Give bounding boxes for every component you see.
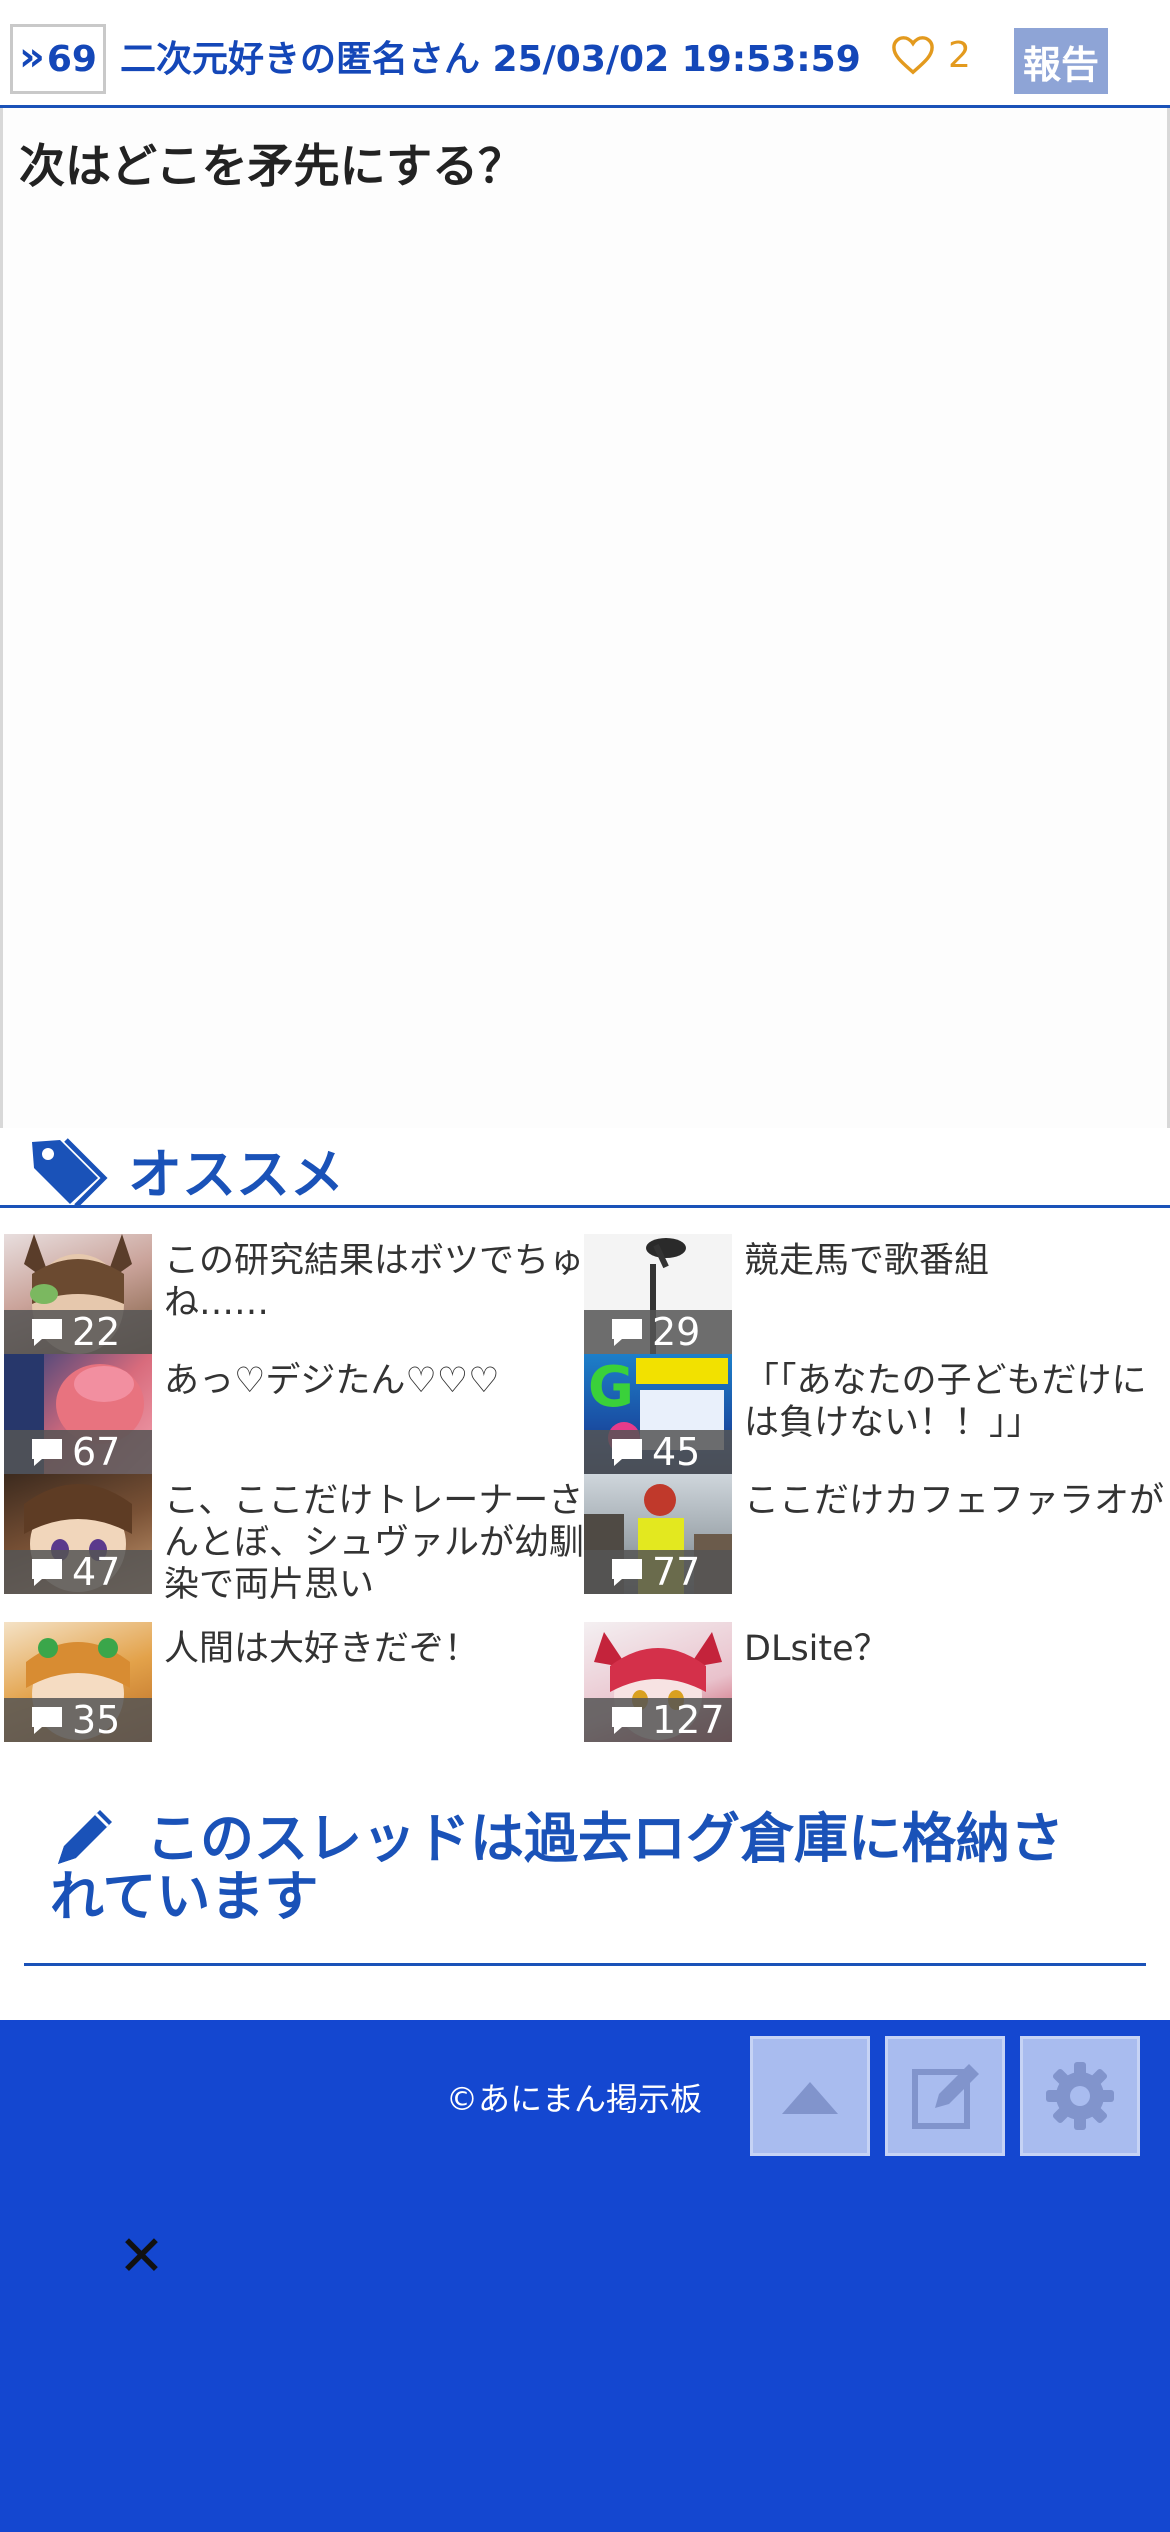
comment-count: 47 [72, 1550, 121, 1594]
recommend-item-title: あっ♡デジたん♡♡♡ [164, 1361, 500, 1401]
recommend-title: オススメ [128, 1143, 344, 1206]
comment-count-bar: 29 [584, 1310, 732, 1354]
comment-count-bar: 22 [4, 1310, 152, 1354]
heart-icon [892, 36, 934, 75]
post-body: 次はどこを矛先にする？ [0, 108, 1170, 1128]
post-header: » 69 二次元好きの匿名さん 25/03/02 19:53:59 2 報告 [0, 0, 1170, 108]
report-button[interactable]: 報告 [1014, 28, 1108, 94]
thumbnail: 77 [584, 1474, 732, 1594]
recommend-item[interactable]: 47 こ、ここだけトレーナーさんとぼ、シュヴァルが幼馴染で両片思い [4, 1474, 584, 1605]
comment-icon [612, 1319, 642, 1346]
comment-count: 29 [652, 1310, 701, 1354]
comment-count: 77 [652, 1550, 701, 1594]
comment-count: 127 [652, 1698, 725, 1742]
thumbnail: 67 [4, 1354, 152, 1474]
gear-icon [1046, 2062, 1114, 2130]
like-count: 2 [948, 34, 971, 76]
comment-icon [32, 1439, 62, 1466]
thumbnail: G 45 [584, 1354, 732, 1474]
tag-icon [32, 1138, 108, 1206]
recommend-item[interactable]: 127 DLsite？ [584, 1622, 1164, 1742]
svg-text:G: G [588, 1355, 634, 1420]
recommend-item[interactable]: 22 この研究結果はボツでちゅね…… [4, 1234, 584, 1354]
copyright: ©あにまん掲示板 [446, 2080, 703, 2118]
close-icon[interactable]: ✕ [118, 2224, 165, 2289]
comment-count-bar: 47 [4, 1550, 152, 1594]
footer: ©あにまん掲示板 ✕ [0, 2020, 1170, 2532]
recommend-item-title: こ、ここだけトレーナーさんとぼ、シュヴァルが幼馴染で両片思い [164, 1481, 585, 1605]
recommend-item-title: 競走馬で歌番組 [744, 1241, 990, 1281]
recommend-item-title: DLsite？ [744, 1629, 889, 1669]
comment-count: 45 [652, 1430, 701, 1474]
comment-count-bar: 67 [4, 1430, 152, 1474]
comment-icon [612, 1559, 642, 1586]
recommend-item[interactable]: 29 競走馬で歌番組 [584, 1234, 1164, 1354]
comment-icon [612, 1707, 642, 1734]
recommend-item-title: 「「あなたの子どもだけには負けない！！」」 [744, 1361, 1147, 1443]
post-text: 次はどこを矛先にする？ [19, 139, 525, 193]
comment-count: 67 [72, 1430, 121, 1474]
comment-count-bar: 45 [584, 1430, 732, 1474]
res-number: 69 [46, 38, 97, 80]
double-chevron-icon: » [19, 34, 45, 80]
archived-text: このスレッドは過去ログ倉庫に格納されています [50, 1807, 1064, 1928]
thumbnail: 127 [584, 1622, 732, 1742]
archived-notice: このスレッドは過去ログ倉庫に格納されています [24, 1780, 1146, 1966]
recommend-list: 22 この研究結果はボツでちゅね…… 29 競走馬で歌番組 67 あっ♡デジたん… [0, 1234, 1170, 1754]
comment-icon [32, 1319, 62, 1346]
poster-info: 二次元好きの匿名さん 25/03/02 19:53:59 [120, 39, 861, 80]
recommend-item-title: 人間は大好きだぞ！ [164, 1629, 480, 1669]
like-button[interactable]: 2 [890, 34, 971, 76]
recommend-item[interactable]: G 45 「「あなたの子どもだけには負けない！！」」 [584, 1354, 1164, 1474]
comment-icon [32, 1559, 62, 1586]
comment-icon [612, 1439, 642, 1466]
comment-count-bar: 35 [4, 1698, 152, 1742]
thumbnail: 35 [4, 1622, 152, 1742]
recommend-header: オススメ [0, 1120, 1170, 1208]
comment-count-bar: 77 [584, 1550, 732, 1594]
edit-icon [912, 2064, 979, 2129]
recommend-item[interactable]: 77 ここだけカフェファラオが [584, 1474, 1164, 1594]
recommend-item[interactable]: 35 人間は大好きだぞ！ [4, 1622, 584, 1742]
comment-count: 22 [72, 1310, 121, 1354]
scroll-top-button[interactable] [750, 2036, 870, 2156]
comment-count-bar: 127 [584, 1698, 732, 1742]
settings-button[interactable] [1020, 2036, 1140, 2156]
recommend-item[interactable]: 67 あっ♡デジたん♡♡♡ [4, 1354, 584, 1474]
thumbnail: 22 [4, 1234, 152, 1354]
recommend-item-title: ここだけカフェファラオが [744, 1481, 1165, 1521]
comment-icon [32, 1707, 62, 1734]
triangle-up-icon [782, 2082, 838, 2114]
thumbnail: 29 [584, 1234, 732, 1354]
thumbnail: 47 [4, 1474, 152, 1594]
write-button[interactable] [885, 2036, 1005, 2156]
comment-count: 35 [72, 1698, 121, 1742]
reply-to-button[interactable]: » 69 [10, 24, 106, 94]
recommend-item-title: この研究結果はボツでちゅね…… [164, 1241, 585, 1323]
